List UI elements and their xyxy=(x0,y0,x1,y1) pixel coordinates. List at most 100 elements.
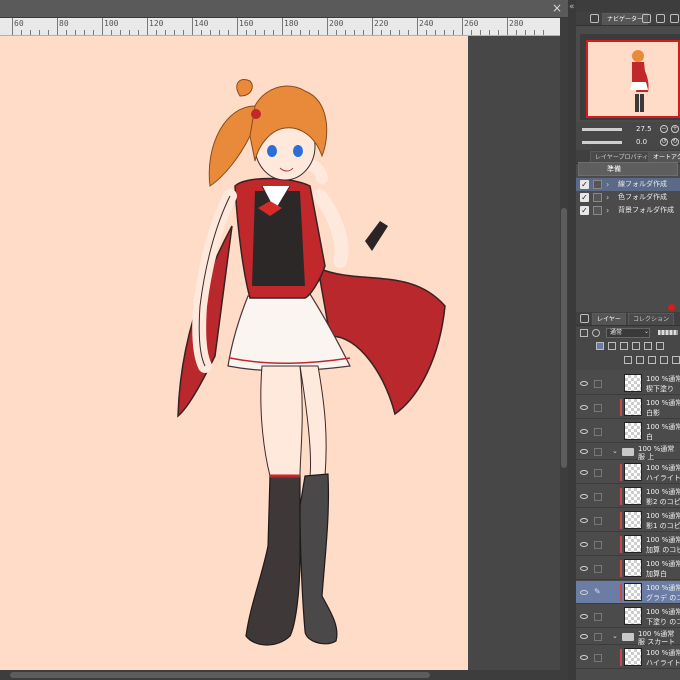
layer-thumbnail[interactable] xyxy=(624,511,642,529)
canvas-vertical-scrollbar[interactable] xyxy=(560,18,568,670)
sub-view-icon[interactable] xyxy=(656,14,665,23)
action-dialog-toggle[interactable] xyxy=(593,193,602,202)
auto-action-set-select[interactable]: 準備 xyxy=(578,162,678,176)
lock-transparent-icon[interactable] xyxy=(644,342,652,350)
layer-thumbnail[interactable] xyxy=(624,583,642,601)
expression-color-icon[interactable] xyxy=(592,329,600,337)
canvas-area[interactable] xyxy=(0,36,560,670)
eye-icon[interactable] xyxy=(580,613,588,619)
layer-thumbnail[interactable] xyxy=(624,487,642,505)
eye-icon[interactable] xyxy=(580,428,588,434)
chevron-right-icon[interactable]: › xyxy=(606,191,609,204)
rotate-right-icon[interactable]: ↻ xyxy=(671,138,679,146)
layer-lock-toggle[interactable] xyxy=(594,540,602,549)
layer-thumbnail[interactable] xyxy=(624,422,642,440)
layer-folder-row[interactable]: ⌄ 100 %通常服 上 xyxy=(576,444,680,461)
layer-name[interactable]: 白 xyxy=(646,432,653,442)
layer-row[interactable]: 100 %通常下塗り のコピ xyxy=(576,605,680,628)
layer-row[interactable]: 100 %通常 加算白 xyxy=(576,557,680,580)
new-folder-icon[interactable] xyxy=(648,356,656,364)
new-vector-layer-icon[interactable] xyxy=(636,356,644,364)
chevron-down-icon[interactable]: ⌄ xyxy=(612,447,618,455)
layer-mask-icon[interactable] xyxy=(660,356,668,364)
layer-row[interactable]: 100 %通常 白影 xyxy=(576,396,680,419)
chevron-right-icon[interactable]: › xyxy=(606,178,609,191)
layer-lock-toggle[interactable] xyxy=(594,448,602,456)
layer-name[interactable]: 白影 xyxy=(646,408,660,418)
zoom-value[interactable]: 27.5 xyxy=(636,125,652,133)
action-enable-checkbox[interactable]: ✓ xyxy=(580,206,589,215)
vertical-scroll-thumb[interactable] xyxy=(561,208,567,468)
reference-layer-icon[interactable] xyxy=(608,342,616,350)
layer-thumbnail[interactable] xyxy=(624,535,642,553)
layer-row[interactable]: 100 %通常ハイライト ( xyxy=(576,461,680,484)
layer-name[interactable]: 楔下塗り xyxy=(646,384,674,394)
lock-layer-icon[interactable] xyxy=(632,342,640,350)
draft-layer-icon[interactable] xyxy=(620,342,628,350)
eye-icon[interactable] xyxy=(580,404,588,410)
layer-row[interactable]: 100 %通常影1 のコピー xyxy=(576,509,680,532)
layer-row[interactable]: 100 %通常 ハイライト xyxy=(576,646,680,669)
eye-icon[interactable] xyxy=(580,380,588,386)
layer-lock-toggle[interactable] xyxy=(594,492,602,501)
zoom-out-icon[interactable]: − xyxy=(660,125,668,133)
layer-lock-toggle[interactable] xyxy=(594,379,602,388)
layer-name[interactable]: 影1 のコピー xyxy=(646,521,680,531)
layer-row[interactable]: 100 %通常影2 のコピー xyxy=(576,485,680,508)
layer-name[interactable]: 加算白 xyxy=(646,569,667,579)
eye-icon[interactable] xyxy=(580,449,588,454)
chevron-right-icon[interactable]: › xyxy=(606,204,609,217)
eye-icon[interactable] xyxy=(580,469,588,475)
layer-lock-toggle[interactable] xyxy=(594,427,602,436)
rotation-slider[interactable] xyxy=(582,141,622,144)
layer-name[interactable]: グラデ のコピ xyxy=(646,593,680,603)
eye-icon[interactable] xyxy=(580,634,588,639)
layer-name[interactable]: 影2 のコピー xyxy=(646,497,680,507)
chevron-down-icon[interactable]: ⌄ xyxy=(644,328,649,335)
opacity-slider[interactable] xyxy=(658,330,678,335)
layer-lock-toggle[interactable] xyxy=(594,403,602,412)
eye-icon[interactable] xyxy=(580,589,588,595)
drawing-canvas[interactable] xyxy=(0,36,468,670)
delete-layer-icon[interactable] xyxy=(672,356,680,364)
layer-name[interactable]: ハイライト xyxy=(646,658,680,668)
image-icon[interactable] xyxy=(642,14,651,23)
layer-lock-toggle[interactable] xyxy=(594,468,602,477)
layer-thumbnail[interactable] xyxy=(624,648,642,666)
layer-thumbnail[interactable] xyxy=(624,463,642,481)
eye-icon[interactable] xyxy=(580,541,588,547)
chevron-down-icon[interactable]: ⌄ xyxy=(612,632,618,640)
collapse-panel-icon[interactable]: « xyxy=(569,2,575,12)
eye-icon[interactable] xyxy=(580,565,588,571)
layer-lock-toggle[interactable] xyxy=(594,633,602,641)
zoom-in-icon[interactable]: + xyxy=(671,125,679,133)
layer-lock-toggle[interactable] xyxy=(594,516,602,525)
layer-row[interactable]: 100 %通常白 xyxy=(576,420,680,443)
action-enable-checkbox[interactable]: ✓ xyxy=(580,180,589,189)
layer-name[interactable]: 加算 のコピー xyxy=(646,545,680,555)
auto-action-item[interactable]: ✓ › 色フォルダ作成 xyxy=(576,191,680,204)
zoom-slider[interactable] xyxy=(582,128,622,131)
mask-icon[interactable] xyxy=(656,342,664,350)
layer-lock-toggle[interactable] xyxy=(594,564,602,573)
panel-menu-icon[interactable] xyxy=(670,14,679,23)
layer-lock-toggle[interactable] xyxy=(594,653,602,662)
action-enable-checkbox[interactable]: ✓ xyxy=(580,193,589,202)
layer-lock-toggle[interactable] xyxy=(594,612,602,621)
rotation-value[interactable]: 0.0 xyxy=(636,138,647,146)
tab-layer[interactable]: レイヤー xyxy=(592,313,626,325)
eye-icon[interactable] xyxy=(580,493,588,499)
layer-row[interactable]: 100 %通常加算 のコピー xyxy=(576,533,680,556)
layer-thumbnail[interactable] xyxy=(624,607,642,625)
layer-row[interactable]: ✎ 100 %通常グラデ のコピ xyxy=(576,581,680,604)
panel-divider[interactable] xyxy=(568,0,576,680)
horizontal-scroll-thumb[interactable] xyxy=(10,672,430,678)
canvas-horizontal-scrollbar[interactable] xyxy=(0,670,568,680)
clip-layer-icon[interactable] xyxy=(596,342,604,350)
layer-color-icon[interactable] xyxy=(580,329,588,337)
new-raster-layer-icon[interactable] xyxy=(624,356,632,364)
tab-collection[interactable]: コレクション xyxy=(628,313,675,325)
layer-thumbnail[interactable] xyxy=(624,374,642,392)
rotate-left-icon[interactable]: ↺ xyxy=(660,138,668,146)
layer-name[interactable]: ハイライト ( xyxy=(646,473,680,483)
